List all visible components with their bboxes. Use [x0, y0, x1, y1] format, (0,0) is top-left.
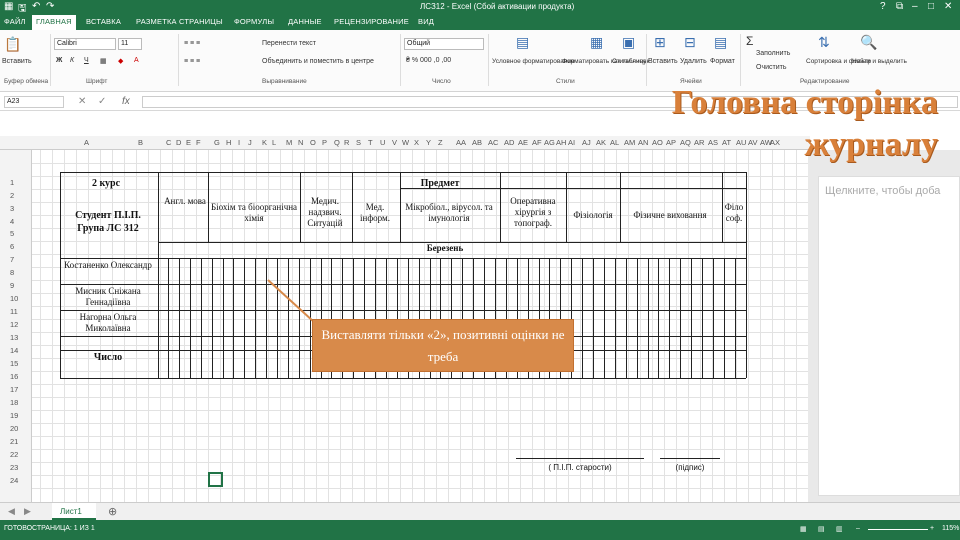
callout-line [267, 279, 315, 323]
page-break-icon[interactable]: ▥ [836, 525, 843, 533]
normal-view-icon[interactable]: ▦ [800, 525, 807, 533]
prev-sheet-icon[interactable]: ◀ [8, 506, 15, 517]
status-bar: ГОТОВО СТРАНИЦА: 1 ИЗ 1 ▦ ▤ ▥ – + 115% [0, 520, 960, 540]
callout-pointer [267, 279, 315, 323]
status-ready: ГОТОВО [4, 525, 33, 532]
zoom-level[interactable]: 115% [942, 525, 959, 532]
page-layout-icon[interactable]: ▤ [818, 525, 825, 533]
sheet-tab-list1[interactable]: Лист1 [52, 503, 96, 520]
sheet-tabs-bar: ◀ ▶ Лист1 ⊕ [0, 502, 960, 520]
status-page: СТРАНИЦА: 1 ИЗ 1 [32, 525, 95, 532]
zoom-slider[interactable] [868, 529, 928, 530]
zoom-in-icon[interactable]: + [930, 525, 934, 532]
next-sheet-icon[interactable]: ▶ [24, 506, 31, 517]
callout-box: Виставляти тільки «2», позитивні оцінки … [312, 319, 574, 372]
add-sheet-icon[interactable]: ⊕ [108, 505, 117, 518]
zoom-out-icon[interactable]: – [856, 525, 860, 532]
